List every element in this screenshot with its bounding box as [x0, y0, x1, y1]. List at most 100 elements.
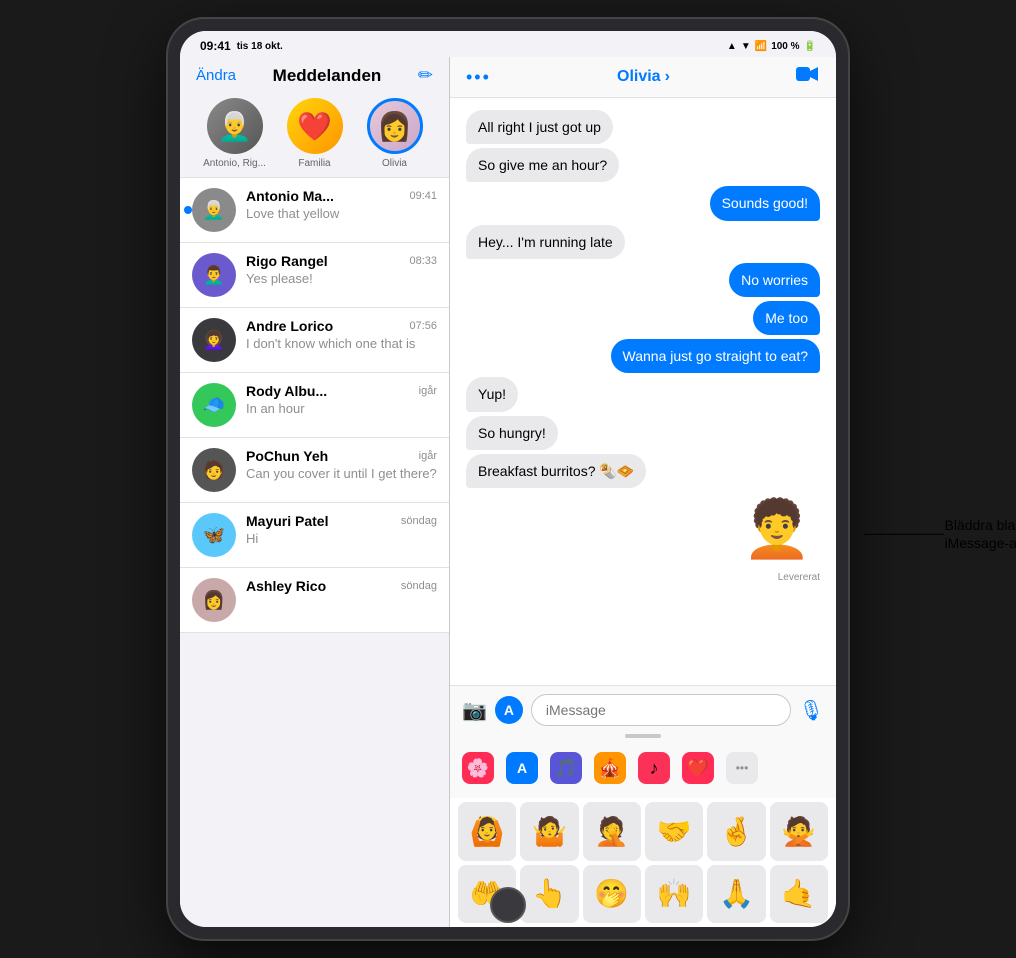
msg-9: So hungry!: [466, 416, 558, 450]
tray-photos[interactable]: 🌸: [462, 752, 494, 784]
msg-1: All right I just got up: [466, 110, 613, 144]
input-area: 📷 A 🎙 🌸 A 🎵 🎪 ♪ ❤️: [450, 685, 836, 798]
pinned-name-familia: Familia: [298, 158, 330, 169]
conv-content-andre: Andre Lorico 07:56 I don't know which on…: [246, 318, 437, 351]
msg-4: Hey... I'm running late: [466, 225, 625, 259]
conv-content-mayuri: Mayuri Patel söndag Hi: [246, 513, 437, 546]
memoji-9[interactable]: 🙌: [645, 865, 703, 923]
avatar-familia: ❤️: [287, 98, 343, 154]
conv-preview-antonio: Love that yellow: [246, 206, 437, 221]
msg-10: Breakfast burritos? 🌯🧇: [466, 454, 646, 488]
memoji-sent: 🧑‍🦱: [742, 497, 812, 560]
conv-time-antonio: 09:41: [409, 190, 437, 202]
conv-time-rody: igår: [419, 385, 437, 397]
delivered-status: Levererat: [778, 572, 820, 583]
conv-content-pochun: PoChun Yeh igår Can you cover it until I…: [246, 448, 437, 481]
conv-avatar-pochun: 🧑: [192, 448, 236, 492]
conv-content-antonio: Antonio Ma... 09:41 Love that yellow: [246, 188, 437, 221]
conv-ashley[interactable]: 👩 Ashley Rico söndag: [180, 568, 449, 633]
conv-rody[interactable]: 🧢 Rody Albu... igår In an hour: [180, 373, 449, 438]
tray-music[interactable]: ♪: [638, 752, 670, 784]
chat-contact-name[interactable]: Olivia ›: [617, 68, 670, 86]
pinned-name-antonio: Antonio, Rig...: [203, 158, 266, 169]
msg-3: Sounds good!: [710, 186, 820, 220]
conv-content-ashley: Ashley Rico söndag: [246, 578, 437, 596]
appstore-button[interactable]: A: [495, 696, 523, 724]
conv-time-mayuri: söndag: [401, 515, 437, 527]
memoji-4[interactable]: 🤞: [707, 802, 765, 860]
annotation: Bläddra bland iMessage-appar.: [944, 516, 1016, 552]
conv-avatar-mayuri: 🦋: [192, 513, 236, 557]
conv-content-rigo: Rigo Rangel 08:33 Yes please!: [246, 253, 437, 286]
conv-avatar-andre: 👩‍🦱: [192, 318, 236, 362]
video-call-button[interactable]: [796, 65, 820, 89]
conv-time-pochun: igår: [419, 450, 437, 462]
conv-name-ashley: Ashley Rico: [246, 578, 326, 594]
conv-preview-pochun: Can you cover it until I get there?: [246, 466, 437, 481]
conv-avatar-antonio: 👨‍🦳: [192, 188, 236, 232]
msg-8: Yup!: [466, 377, 518, 411]
memoji-10[interactable]: 🙏: [707, 865, 765, 923]
conv-antonio-ma[interactable]: 👨‍🦳 Antonio Ma... 09:41 Love that yellow: [180, 177, 449, 243]
messages-area: All right I just got up So give me an ho…: [450, 98, 836, 685]
msg-2: So give me an hour?: [466, 148, 619, 182]
memoji-2[interactable]: 🤦: [583, 802, 641, 860]
conv-name-rigo: Rigo Rangel: [246, 253, 328, 269]
annotation-text: Bläddra bland iMessage-appar.: [944, 516, 1016, 552]
status-bar: 09:41 tis 18 okt. ▲ ▼ 📶 100 % 🔋: [180, 31, 836, 57]
conv-andre[interactable]: 👩‍🦱 Andre Lorico 07:56 I don't know whic…: [180, 308, 449, 373]
memoji-0[interactable]: 🙆: [458, 802, 516, 860]
conv-content-rody: Rody Albu... igår In an hour: [246, 383, 437, 416]
sidebar-title: Meddelanden: [273, 66, 382, 86]
memoji-1[interactable]: 🤷: [520, 802, 578, 860]
camera-button[interactable]: 📷: [462, 698, 487, 723]
conv-time-andre: 07:56: [409, 320, 437, 332]
pinned-contact-olivia[interactable]: 👩 Olivia: [359, 98, 431, 169]
conv-name-antonio: Antonio Ma...: [246, 188, 334, 204]
conv-avatar-rigo: 👨‍🦱: [192, 253, 236, 297]
status-time: 09:41: [200, 39, 231, 53]
edit-button[interactable]: Ändra: [196, 67, 236, 84]
conv-avatar-rody: 🧢: [192, 383, 236, 427]
tray-heartbeat[interactable]: ❤️: [682, 752, 714, 784]
chat-header: ••• Olivia ›: [450, 57, 836, 98]
compose-button[interactable]: ✏: [418, 65, 433, 86]
memoji-3[interactable]: 🤝: [645, 802, 703, 860]
tray-stickers[interactable]: 🎪: [594, 752, 626, 784]
status-date: tis 18 okt.: [237, 41, 283, 52]
conv-name-andre: Andre Lorico: [246, 318, 333, 334]
input-row: 📷 A 🎙: [462, 694, 824, 726]
status-icons: ▲ ▼ 📶 100 % 🔋: [727, 41, 816, 52]
memoji-5[interactable]: 🙅: [770, 802, 828, 860]
memoji-7[interactable]: 👆: [520, 865, 578, 923]
signal-icon: ▼: [741, 41, 751, 52]
avatar-olivia: 👩: [367, 98, 423, 154]
conv-name-rody: Rody Albu...: [246, 383, 327, 399]
msg-6: Me too: [753, 301, 820, 335]
tray-appstore[interactable]: A: [506, 752, 538, 784]
voice-button[interactable]: 🎙: [799, 698, 824, 723]
wifi-icon: 📶: [755, 41, 767, 52]
pinned-contact-familia[interactable]: ❤️ Familia: [279, 98, 351, 169]
memoji-8[interactable]: 🤭: [583, 865, 641, 923]
conv-rigo[interactable]: 👨‍🦱 Rigo Rangel 08:33 Yes please!: [180, 243, 449, 308]
pinned-contact-antonio[interactable]: 👨‍🦳 Antonio, Rig...: [199, 98, 271, 169]
conv-time-ashley: söndag: [401, 580, 437, 592]
conv-pochun[interactable]: 🧑 PoChun Yeh igår Can you cover it until…: [180, 438, 449, 503]
app-tray: 🌸 A 🎵 🎪 ♪ ❤️ •••: [462, 746, 824, 790]
battery-label: 100 %: [771, 41, 799, 52]
pinned-contacts: 👨‍🦳 Antonio, Rig... ❤️ Familia 👩: [180, 90, 449, 177]
tray-audio[interactable]: 🎵: [550, 752, 582, 784]
conv-preview-andre: I don't know which one that is: [246, 336, 437, 351]
avatar-antonio: 👨‍🦳: [207, 98, 263, 154]
tray-more[interactable]: •••: [726, 752, 758, 784]
conversation-list: 👨‍🦳 Antonio Ma... 09:41 Love that yellow…: [180, 177, 449, 927]
message-input[interactable]: [531, 694, 791, 726]
conv-name-mayuri: Mayuri Patel: [246, 513, 328, 529]
memoji-11[interactable]: 🤙: [770, 865, 828, 923]
chat-header-dots: •••: [466, 67, 491, 88]
home-button[interactable]: [490, 887, 526, 923]
conv-mayuri[interactable]: 🦋 Mayuri Patel söndag Hi: [180, 503, 449, 568]
pinned-name-olivia: Olivia: [382, 158, 407, 169]
battery-icon: 🔋: [804, 41, 816, 52]
